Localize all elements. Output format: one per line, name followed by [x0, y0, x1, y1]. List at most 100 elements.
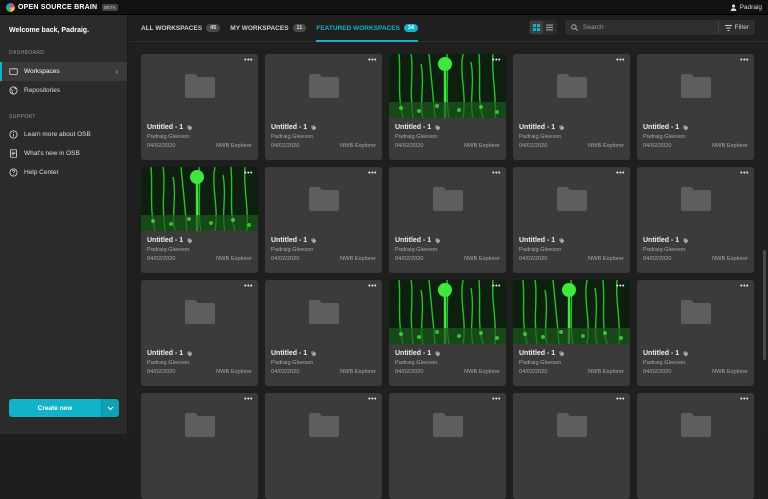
workspace-thumbnail[interactable]	[265, 167, 382, 231]
workspace-thumbnail[interactable]	[637, 54, 754, 118]
workspace-thumbnail[interactable]	[513, 54, 630, 118]
workspace-thumbnail[interactable]	[389, 393, 506, 457]
more-options-icon[interactable]: •••	[244, 283, 253, 290]
workspace-thumbnail[interactable]	[513, 167, 630, 231]
workspace-card[interactable]: •••	[637, 393, 754, 499]
workspace-thumbnail[interactable]	[265, 280, 382, 344]
tab-count-badge: 11	[292, 24, 307, 32]
more-options-icon[interactable]: •••	[616, 170, 625, 177]
scrollbar[interactable]	[763, 250, 766, 360]
more-options-icon[interactable]: •••	[740, 396, 749, 403]
workspace-card[interactable]: ••• Untitled - 1 Padraig Gleeson 04/02/2020…	[389, 54, 506, 160]
more-options-icon[interactable]: •••	[616, 396, 625, 403]
search-input[interactable]	[583, 24, 713, 31]
more-options-icon[interactable]: •••	[368, 283, 377, 290]
chevron-down-icon	[107, 406, 114, 410]
more-options-icon[interactable]: •••	[368, 396, 377, 403]
workspace-thumbnail[interactable]	[637, 167, 754, 231]
brand-logo[interactable]: OPEN SOURCE BRAIN BETA	[6, 2, 118, 12]
user-name: Padraig	[739, 3, 762, 11]
workspace-thumbnail[interactable]	[141, 393, 258, 457]
workspace-thumbnail[interactable]	[389, 167, 506, 231]
workspace-date: 04/02/2020	[643, 143, 672, 149]
workspace-thumbnail[interactable]	[141, 280, 258, 344]
workspace-title: Untitled - 1	[395, 350, 432, 357]
workspace-card[interactable]: ••• Untitled - 1 Padraig Gleeson 04/02/2020…	[513, 54, 630, 160]
workspace-card[interactable]: ••• Untitled - 1 Padraig Gleeson 04/02/2020…	[389, 167, 506, 273]
user-menu[interactable]: Padraig	[730, 4, 762, 11]
more-options-icon[interactable]: •••	[616, 283, 625, 290]
workspace-thumbnail[interactable]	[513, 280, 630, 344]
tab-my-workspaces[interactable]: MY WORKSPACES 11	[230, 15, 307, 42]
workspace-title: Untitled - 1	[271, 124, 308, 131]
sidebar-item-whats-new[interactable]: What's new in OSB	[0, 144, 127, 163]
sidebar: Welcome back, Padraig. DASHBOARD Workspa…	[0, 15, 128, 434]
create-new-button[interactable]: Create new	[9, 399, 101, 417]
workspace-thumbnail[interactable]	[389, 280, 506, 344]
more-options-icon[interactable]: •••	[492, 170, 501, 177]
workspace-thumbnail[interactable]	[637, 393, 754, 457]
workspace-card[interactable]: •••	[513, 393, 630, 499]
workspace-card[interactable]: ••• Untitled - 1 Padraig Gleeson 04/02/2020…	[141, 54, 258, 160]
grid-view-icon	[533, 24, 540, 31]
workspace-thumbnail[interactable]	[265, 54, 382, 118]
more-options-icon[interactable]: •••	[616, 57, 625, 64]
main-content: ALL WORKSPACES 45 MY WORKSPACES 11 FEATU…	[129, 15, 768, 499]
workspace-thumbnail[interactable]	[637, 280, 754, 344]
more-options-icon[interactable]: •••	[244, 396, 253, 403]
more-options-icon[interactable]: •••	[492, 57, 501, 64]
list-view-button[interactable]	[543, 21, 556, 34]
folder-icon	[308, 300, 339, 324]
grid-view-button[interactable]	[530, 21, 543, 34]
dashboard-section-title: DASHBOARD	[9, 50, 45, 56]
workspace-card[interactable]: ••• Untitled - 1 Padraig Gleeson 04/02/2020…	[141, 167, 258, 273]
workspace-card[interactable]: ••• Untitled - 1 Padraig Gleeson 04/02/2020…	[513, 167, 630, 273]
workspace-meta-row: 04/02/2020 NWB Explorer	[141, 140, 258, 149]
more-options-icon[interactable]: •••	[740, 170, 749, 177]
more-options-icon[interactable]: •••	[740, 57, 749, 64]
folder-icon	[184, 74, 215, 98]
more-options-icon[interactable]: •••	[740, 283, 749, 290]
workspace-app: NWB Explorer	[339, 256, 376, 262]
sidebar-item-repositories[interactable]: Repositories	[0, 81, 127, 100]
workspace-card[interactable]: ••• Untitled - 1 Padraig Gleeson 04/02/2020…	[637, 280, 754, 386]
workspace-card[interactable]: ••• Untitled - 1 Padraig Gleeson 04/02/2020…	[637, 167, 754, 273]
more-options-icon[interactable]: •••	[244, 57, 253, 64]
tab-featured-workspaces[interactable]: FEATURED WORKSPACES 34	[316, 15, 419, 42]
workspace-app: NWB Explorer	[215, 369, 252, 375]
workspace-thumbnail[interactable]	[389, 54, 506, 118]
tag-icon	[559, 351, 565, 356]
workspace-card[interactable]: ••• Untitled - 1 Padraig Gleeson 04/02/2020…	[265, 167, 382, 273]
workspace-owner: Padraig Gleeson	[147, 247, 190, 253]
filter-button[interactable]: Filter	[717, 22, 749, 33]
workspace-thumbnail[interactable]	[141, 167, 258, 231]
tab-label: MY WORKSPACES	[230, 24, 289, 32]
workspace-card[interactable]: ••• Untitled - 1 Padraig Gleeson 04/02/2020…	[141, 280, 258, 386]
user-icon	[730, 4, 736, 11]
workspace-thumbnail[interactable]	[513, 393, 630, 457]
more-options-icon[interactable]: •••	[492, 283, 501, 290]
workspace-card[interactable]: ••• Untitled - 1 Padraig Gleeson 04/02/2020…	[265, 54, 382, 160]
filter-icon	[724, 24, 732, 31]
workspace-card[interactable]: ••• Untitled - 1 Padraig Gleeson 04/02/2020…	[265, 280, 382, 386]
workspace-card[interactable]: •••	[141, 393, 258, 499]
workspace-card[interactable]: •••	[389, 393, 506, 499]
workspace-owner: Padraig Gleeson	[519, 360, 562, 366]
workspace-card[interactable]: ••• Untitled - 1 Padraig Gleeson 04/02/2020…	[637, 54, 754, 160]
workspace-thumbnail[interactable]	[141, 54, 258, 118]
sidebar-item-help-center[interactable]: Help Center	[0, 163, 127, 182]
sidebar-item-learn-more[interactable]: Learn more about OSB	[0, 125, 127, 144]
workspace-card[interactable]: ••• Untitled - 1 Padraig Gleeson 04/02/2020…	[513, 280, 630, 386]
more-options-icon[interactable]: •••	[368, 170, 377, 177]
workspace-card[interactable]: ••• Untitled - 1 Padraig Gleeson 04/02/2020…	[389, 280, 506, 386]
workspace-card[interactable]: •••	[265, 393, 382, 499]
folder-icon	[9, 68, 18, 75]
tab-all-workspaces[interactable]: ALL WORKSPACES 45	[141, 15, 221, 42]
workspace-thumbnail[interactable]	[265, 393, 382, 457]
create-new-dropdown[interactable]	[101, 399, 119, 417]
sidebar-item-label: Repositories	[24, 87, 61, 94]
more-options-icon[interactable]: •••	[368, 57, 377, 64]
more-options-icon[interactable]: •••	[244, 170, 253, 177]
more-options-icon[interactable]: •••	[492, 396, 501, 403]
sidebar-item-workspaces[interactable]: Workspaces ›	[0, 62, 127, 81]
